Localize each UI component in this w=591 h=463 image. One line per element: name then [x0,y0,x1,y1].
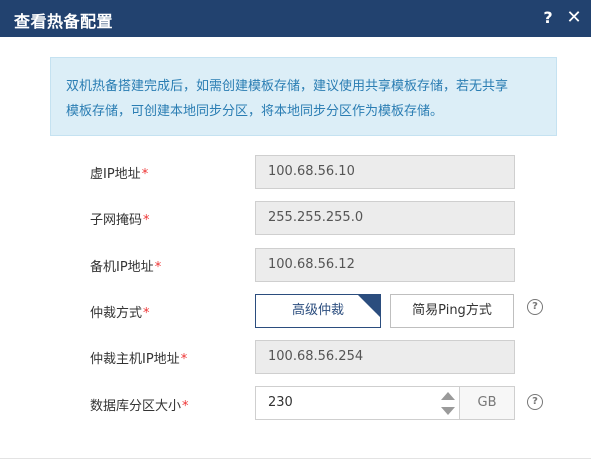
required-mark: * [182,399,189,414]
virtual-ip-label: 虚IP地址* [90,163,148,182]
arbiter-ip-label: 仲裁主机IP地址* [90,348,187,367]
increment-arrow-icon[interactable] [441,389,455,403]
virtual-ip-label-text: 虚IP地址 [90,167,141,182]
backup-ip-label: 备机IP地址* [90,256,161,275]
required-mark: * [143,213,150,228]
info-line-2: 模板存储，可创建本地同步分区，将本地同步分区作为模板存储。 [66,104,444,119]
check-icon: ✔ [369,312,378,323]
info-message: 双机热备搭建完成后，如需创建模板存储，建议使用共享模板存储，若无共享 模板存储，… [50,57,557,136]
virtual-ip-field: 100.68.56.10 [255,155,515,189]
subnet-mask-field: 255.255.255.0 [255,201,515,235]
arbiter-ip-label-text: 仲裁主机IP地址 [90,352,180,367]
decrement-arrow-icon[interactable] [441,404,455,418]
info-line-1: 双机热备搭建完成后，如需创建模板存储，建议使用共享模板存储，若无共享 [66,79,509,94]
subnet-mask-label-text: 子网掩码 [90,213,143,228]
dialog-title: 查看热备配置 [14,12,114,31]
backup-ip-label-text: 备机IP地址 [90,260,154,275]
arbiter-ip-field: 100.68.56.254 [255,340,515,374]
arbitration-option-advanced-label: 高级仲裁 [291,303,344,318]
required-mark: * [180,352,188,367]
close-icon[interactable]: ✕ [563,7,585,29]
db-partition-size-value[interactable]: 230 [268,387,293,419]
arbitration-label: 仲裁方式* [90,302,150,321]
required-mark: * [154,260,162,275]
db-partition-unit: GB [459,386,515,420]
dialog-bottom-divider [0,458,591,459]
help-icon[interactable]: ? [537,7,559,29]
subnet-mask-label: 子网掩码* [90,209,150,228]
db-partition-size-input[interactable]: 230 [255,386,460,420]
required-mark: * [141,167,149,182]
db-partition-help-icon[interactable]: ? [527,394,543,410]
arbitration-help-icon[interactable]: ? [527,299,543,315]
dialog-header: 查看热备配置 ? ✕ [0,0,591,37]
arbitration-label-text: 仲裁方式 [90,306,143,321]
backup-ip-field: 100.68.56.12 [255,248,515,282]
hot-standby-config-dialog: 查看热备配置 ? ✕ 双机热备搭建完成后，如需创建模板存储，建议使用共享模板存储… [0,0,591,463]
arbitration-option-ping[interactable]: 简易Ping方式 [390,294,514,328]
arbitration-option-ping-label: 简易Ping方式 [412,303,492,318]
selected-corner-indicator: ✔ [358,295,380,323]
arbitration-option-advanced[interactable]: 高级仲裁 ✔ [255,294,381,328]
db-partition-label: 数据库分区大小* [90,395,189,414]
db-partition-label-text: 数据库分区大小 [90,399,182,414]
required-mark: * [143,306,150,321]
